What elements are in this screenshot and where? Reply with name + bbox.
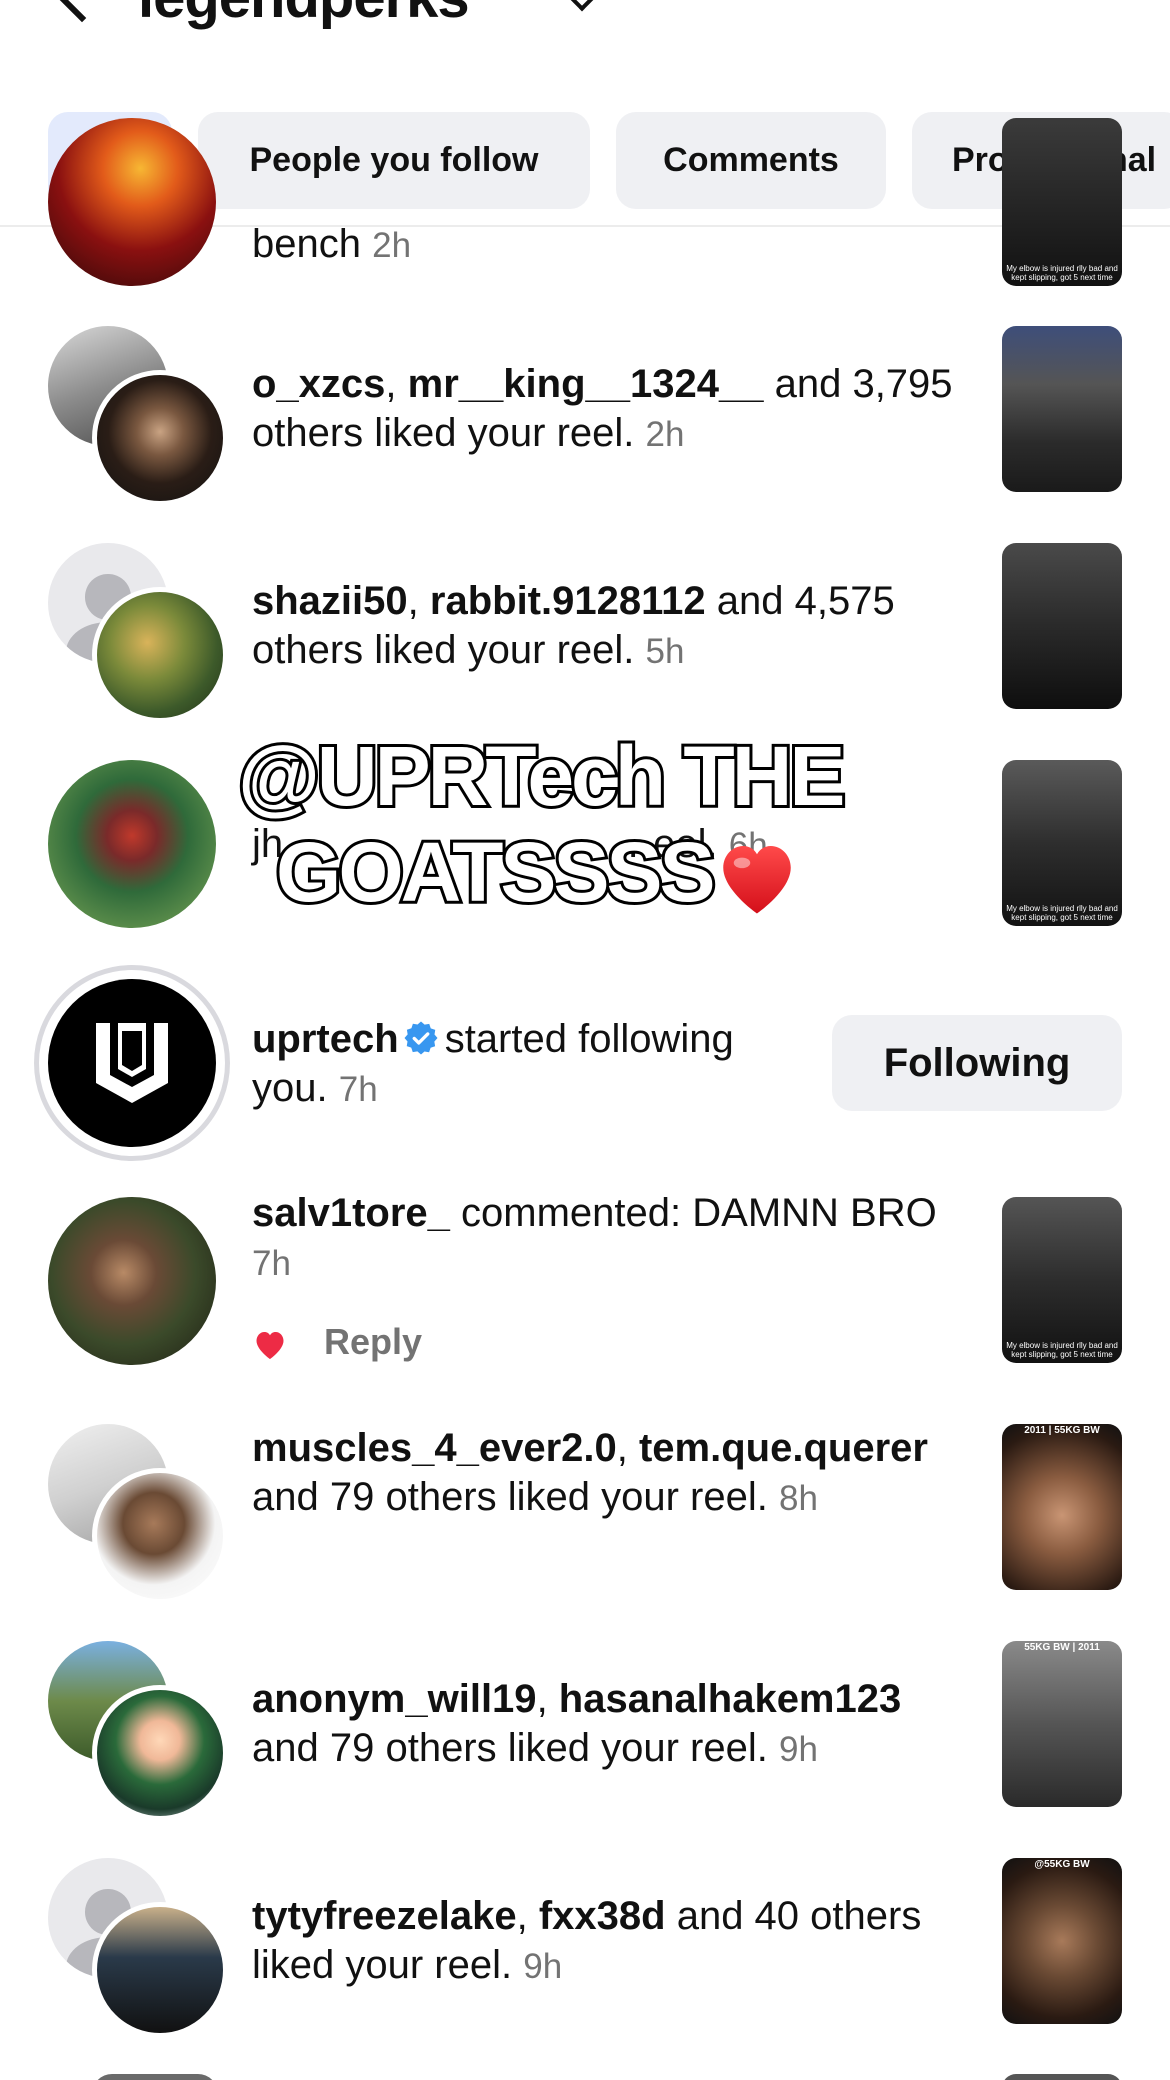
notification-text: tytyfreezelake, fxx38d and 40 others lik… xyxy=(252,1894,922,1987)
reel-thumbnail[interactable]: 2011 | 55KG BW xyxy=(1002,1424,1122,1590)
avatar[interactable] xyxy=(92,370,228,506)
list-item[interactable]: o_xzcs, mr__king__1324__ and 3,795 other… xyxy=(0,326,1170,506)
list-item[interactable]: uprtech started following you. 7h Followi… xyxy=(0,965,1170,1161)
reel-thumbnail[interactable]: My elbow is injured rlly bad and kept sl… xyxy=(1002,118,1122,286)
list-item[interactable]: anonym_will19, hasanalhakem123 and 79 ot… xyxy=(0,1641,1170,1821)
reel-thumbnail[interactable] xyxy=(1002,2074,1122,2080)
reel-thumbnail[interactable]: My elbow is injured rlly bad and kept sl… xyxy=(1002,760,1122,926)
notification-text: anonym_will19, hasanalhakem123 and 79 ot… xyxy=(252,1677,902,1770)
heart-icon[interactable] xyxy=(252,1327,288,1361)
notification-text: uprtech started following you. 7h xyxy=(252,1017,734,1110)
notification-text: muscles_4_ever2.0, tem.que.querer and 79… xyxy=(252,1426,928,1519)
notification-text: salv1tore_ commented: DAMNN BRO 7h xyxy=(252,1191,937,1283)
tab-people-you-follow[interactable]: People you follow xyxy=(198,112,590,209)
reel-thumbnail[interactable]: @55KG BW xyxy=(1002,1858,1122,2024)
reel-thumbnail[interactable]: 55KG BW | 2011 xyxy=(1002,1641,1122,1807)
verified-badge-icon xyxy=(404,1021,438,1055)
reply-button[interactable]: Reply xyxy=(324,1321,422,1363)
avatar[interactable] xyxy=(92,1468,228,1604)
overlay-sticker-text: @UPRTech THE xyxy=(235,726,848,826)
avatar[interactable] xyxy=(92,2074,218,2080)
reel-thumbnail[interactable] xyxy=(1002,543,1122,709)
avatar[interactable] xyxy=(92,1685,228,1821)
notification-text: shazii50, rabbit.9128112 and 4,575 other… xyxy=(252,579,895,672)
list-item[interactable]: salv1tore_ commented: DAMNN BRO 7h Reply… xyxy=(0,1191,1170,1367)
list-item[interactable]: bench 2h My elbow is injured rlly bad an… xyxy=(0,118,1170,308)
avatar[interactable] xyxy=(92,587,228,723)
notification-text: o_xzcs, mr__king__1324__ and 3,795 other… xyxy=(252,362,953,455)
back-arrow-icon[interactable] xyxy=(53,0,111,23)
avatar[interactable] xyxy=(48,760,216,928)
overlay-sticker-text: GOATSSSS xyxy=(273,822,719,922)
reel-thumbnail[interactable]: My elbow is injured rlly bad and kept sl… xyxy=(1002,1197,1122,1363)
notification-text: bench 2h xyxy=(252,222,412,266)
uprtech-logo-icon xyxy=(96,1023,168,1103)
avatar[interactable] xyxy=(48,118,216,286)
list-item[interactable]: muscles_4_ever2.0, tem.que.querer and 79… xyxy=(0,1424,1170,1604)
header: legendperks xyxy=(0,0,1170,60)
list-item[interactable]: tytyfreezelake, fxx38d and 40 others lik… xyxy=(0,1858,1170,2038)
heart-emoji-icon xyxy=(723,846,791,914)
chevron-down-icon[interactable] xyxy=(570,0,594,12)
account-name[interactable]: legendperks xyxy=(138,0,470,31)
avatar[interactable] xyxy=(48,1197,216,1365)
tab-comments[interactable]: Comments xyxy=(616,112,886,209)
avatar[interactable] xyxy=(92,1902,228,2038)
reel-thumbnail[interactable] xyxy=(1002,326,1122,492)
avatar[interactable] xyxy=(48,979,216,1147)
following-button[interactable]: Following xyxy=(832,1015,1122,1111)
list-item[interactable]: shazii50, rabbit.9128112 and 4,575 other… xyxy=(0,543,1170,723)
